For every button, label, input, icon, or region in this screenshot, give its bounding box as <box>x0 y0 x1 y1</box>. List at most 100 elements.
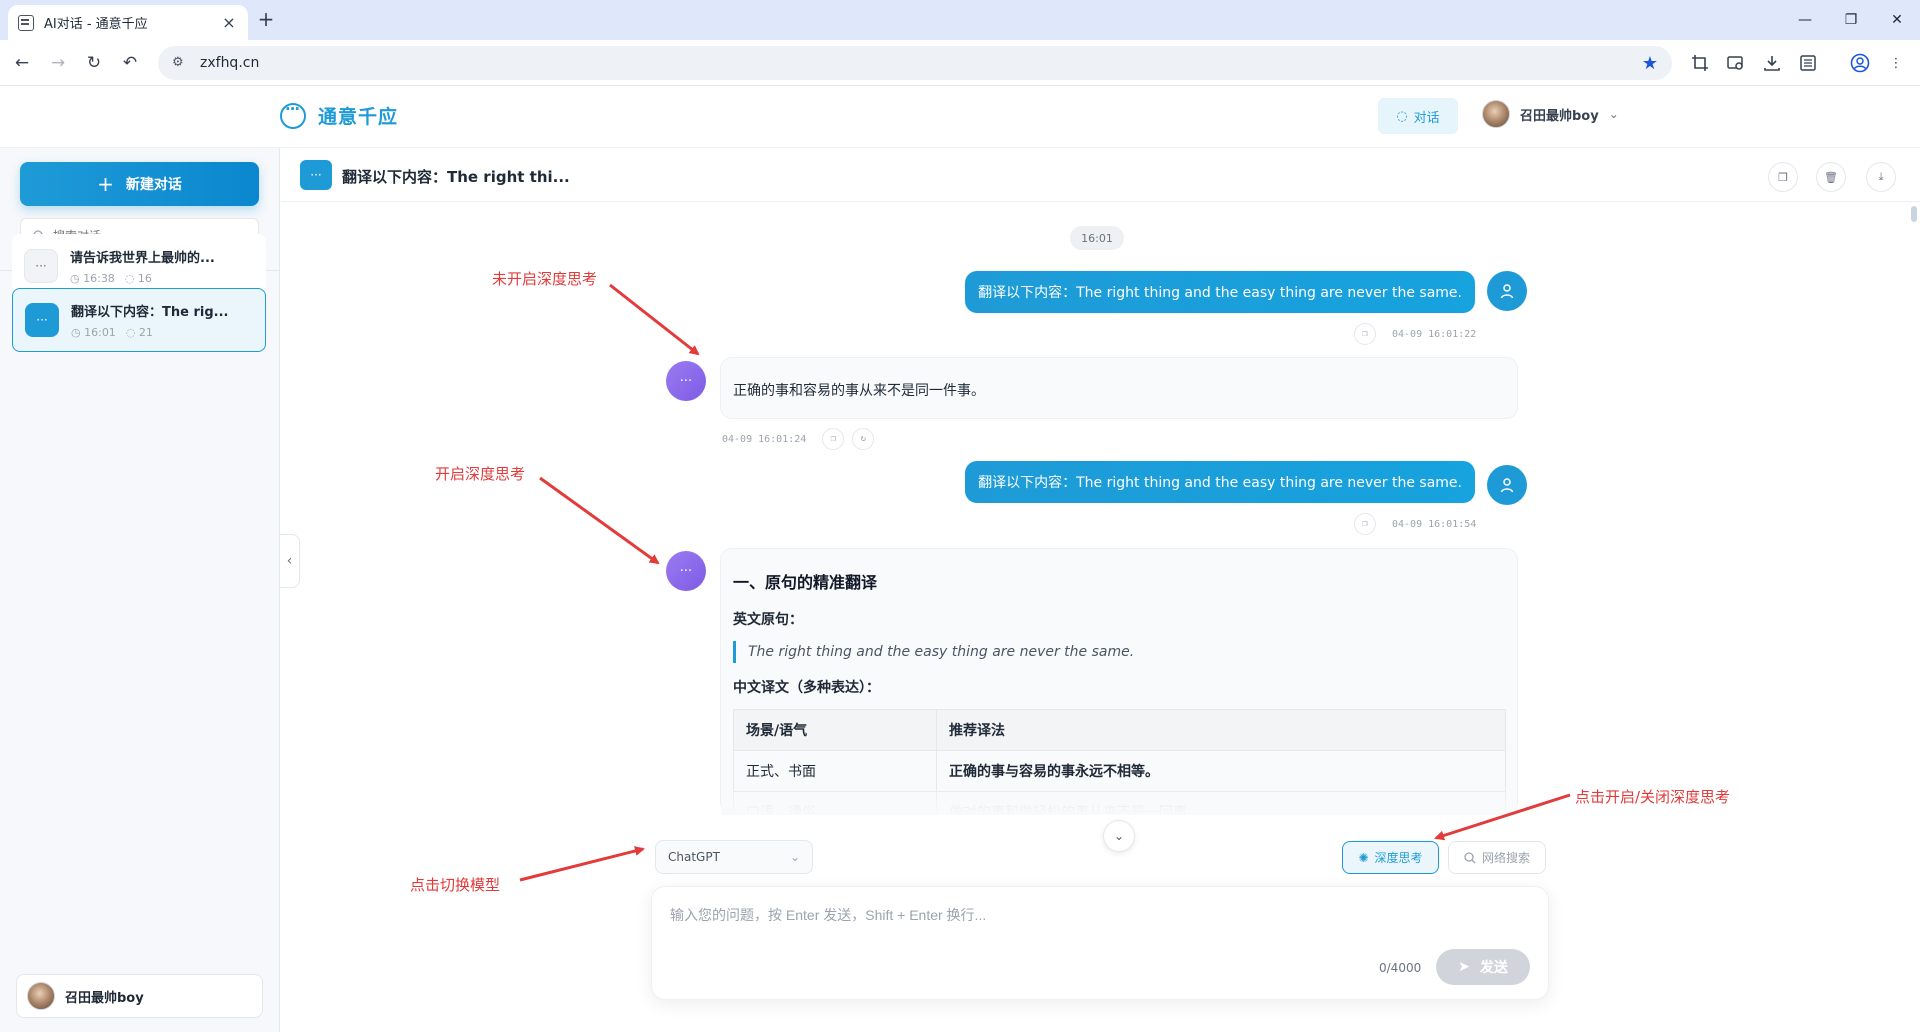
arrow-to-deep-reply <box>539 476 660 565</box>
arrow-to-bot-reply <box>609 283 700 356</box>
message-input[interactable] <box>670 905 1530 945</box>
chat-icon: ··· <box>24 249 58 283</box>
trash-icon: 🗑 <box>1824 170 1838 184</box>
message-count-icon: ◌ <box>125 326 136 339</box>
char-count: 0/4000 <box>1379 961 1422 975</box>
new-chat-label: 新建对话 <box>125 177 182 193</box>
conversation-title: 请告诉我世界上最帅的... <box>70 251 215 266</box>
message-timestamp: 04-09 16:01:54 <box>1392 518 1477 530</box>
copy-icon: ❐ <box>1778 170 1788 184</box>
sidebar-user-card[interactable]: 召田最帅boy <box>16 974 263 1018</box>
nav-chat-button[interactable]: ◌ 对话 <box>1378 98 1458 134</box>
profile-icon[interactable] <box>1848 51 1872 75</box>
site-info-icon[interactable]: ⚙ <box>172 55 188 71</box>
new-chat-button[interactable]: + 新建对话 <box>20 162 259 206</box>
delete-chat-button[interactable]: 🗑 <box>1816 162 1846 192</box>
message-count-icon: ◌ <box>124 272 135 285</box>
answer-heading: 一、原句的精准翻译 <box>733 573 878 592</box>
assistant-message-deep: 一、原句的精准翻译 英文原句： The right thing and the … <box>720 548 1518 815</box>
reload-button[interactable]: ↻ <box>80 49 108 77</box>
message-meta: 04-09 16:01:24 ❐ ↻ <box>722 428 875 450</box>
download-icon[interactable] <box>1760 51 1784 75</box>
answer-quote: The right thing and the easy thing are n… <box>733 641 1505 663</box>
avatar <box>27 982 55 1010</box>
annotation-toggle-deep-think: 点击开启/关闭深度思考 <box>1575 788 1731 806</box>
table-cell: 口语、通俗 <box>733 791 937 815</box>
table-cell: 正确的事与容易的事永远不相等。 <box>936 750 1506 792</box>
message-composer: 0/4000 ➤ 发送 <box>651 886 1549 1000</box>
send-button[interactable]: ➤ 发送 <box>1436 949 1530 985</box>
send-plane-icon: ➤ <box>1458 959 1470 975</box>
conversation-item-active[interactable]: ··· 翻译以下内容：The rig... ◷ 16:01 ◌ 21 <box>12 288 266 352</box>
message-meta: ❐ 04-09 16:01:54 <box>1354 513 1476 535</box>
chat-icon: ◌ <box>1396 108 1408 124</box>
clock-icon: ◷ <box>71 326 81 339</box>
chat-bubble-logo-icon <box>280 100 306 129</box>
browser-menu-icon[interactable]: ⋮ <box>1884 51 1908 75</box>
scroll-to-bottom-button[interactable]: ⌄ <box>1103 820 1135 852</box>
address-bar[interactable]: ⚙ zxfhq.cn ★ <box>158 46 1672 80</box>
copy-icon[interactable]: ❐ <box>1354 323 1376 345</box>
conversation-title: 翻译以下内容：The rig... <box>71 305 229 320</box>
scrollbar-thumb[interactable] <box>1911 206 1917 222</box>
copy-icon[interactable]: ❐ <box>1354 513 1376 535</box>
collapse-sidebar-button[interactable]: ‹ <box>280 534 300 588</box>
table-cell: 做对的事和做轻松的事从来不是一回事。 <box>936 791 1506 815</box>
message-timestamp: 04-09 16:01:24 <box>722 433 807 445</box>
nav-chat-label: 对话 <box>1413 110 1440 126</box>
tab-title: AI对话 - 通意千应 <box>44 17 148 32</box>
clock-icon: ◷ <box>70 272 80 285</box>
chat-scrollbar[interactable] <box>1910 202 1918 822</box>
sidebar: + 新建对话 ··· 请告诉我世界上最帅的... ◷ 16:38 ◌ 16 ··… <box>0 148 280 1032</box>
deep-think-label: 深度思考 <box>1374 851 1423 865</box>
browser-toolbar: ← → ↻ ↶ ⚙ zxfhq.cn ★ ⋮ <box>0 40 1920 86</box>
new-tab-button[interactable]: + <box>254 8 278 32</box>
bookmark-star-icon[interactable]: ★ <box>1642 53 1658 74</box>
annotation-no-deep-think: 未开启深度思考 <box>492 270 598 288</box>
crop-icon[interactable] <box>1688 51 1712 75</box>
back-button[interactable]: ← <box>8 49 36 77</box>
export-chat-button[interactable]: ⤓ <box>1866 162 1896 192</box>
table-header-row: 场景/语气 推荐译法 <box>733 709 1506 751</box>
close-window-icon[interactable]: ✕ <box>1874 0 1920 40</box>
message-meta: ❐ 04-09 16:01:22 <box>1354 323 1476 345</box>
model-select[interactable]: ChatGPT ⌄ <box>655 840 813 874</box>
message-timestamp: 04-09 16:01:22 <box>1392 328 1477 340</box>
translation-table: 场景/语气 推荐译法 正式、书面 正确的事与容易的事永远不相等。 口语、通俗 做… <box>733 709 1506 815</box>
avatar <box>1482 100 1510 128</box>
table-row: 正式、书面 正确的事与容易的事永远不相等。 <box>733 750 1506 792</box>
annotation-switch-model: 点击切换模型 <box>410 876 501 894</box>
chevron-left-icon: ‹ <box>286 553 293 569</box>
user-menu[interactable]: 召田最帅boy ⌄ <box>1482 100 1619 128</box>
regenerate-icon[interactable]: ↻ <box>852 428 875 450</box>
time-divider: 16:01 <box>1070 226 1124 250</box>
copy-icon[interactable]: ❐ <box>822 428 845 450</box>
web-search-toggle[interactable]: 网络搜索 <box>1448 841 1546 874</box>
url-text: zxfhq.cn <box>200 55 260 71</box>
answer-source-label: 英文原句： <box>733 612 803 628</box>
brand-name: 通意千应 <box>318 106 399 128</box>
chat-icon: ··· <box>300 160 332 190</box>
restore-window-icon[interactable]: ❐ <box>1828 0 1874 40</box>
forward-button[interactable]: → <box>44 49 72 77</box>
conversation-count: ◌ 16 <box>124 272 152 285</box>
reading-list-icon[interactable] <box>1796 51 1820 75</box>
app-header: 通意千应 ◌ 对话 召田最帅boy ⌄ <box>0 86 1920 148</box>
assistant-avatar-icon: ··· <box>666 361 706 401</box>
web-search-label: 网络搜索 <box>1481 851 1530 865</box>
user-avatar-icon <box>1487 271 1527 311</box>
lightbulb-icon: ✺ <box>1358 850 1369 865</box>
brand[interactable]: 通意千应 <box>280 100 399 129</box>
close-tab-icon[interactable]: × <box>220 13 238 32</box>
browser-tab[interactable]: AI对话 - 通意千应 × <box>8 5 248 40</box>
assistant-avatar-icon: ··· <box>666 551 706 591</box>
chevron-down-icon: ⌄ <box>1113 829 1125 843</box>
undo-icon[interactable]: ↶ <box>116 49 144 77</box>
minimize-window-icon[interactable]: — <box>1782 0 1828 40</box>
search-icon <box>1464 851 1476 863</box>
sidebar-user-name: 召田最帅boy <box>65 990 144 1006</box>
copy-chat-button[interactable]: ❐ <box>1768 162 1798 192</box>
deep-think-toggle[interactable]: ✺ 深度思考 <box>1342 841 1439 874</box>
screen-search-icon[interactable] <box>1724 51 1748 75</box>
page-favicon-icon <box>18 14 34 31</box>
